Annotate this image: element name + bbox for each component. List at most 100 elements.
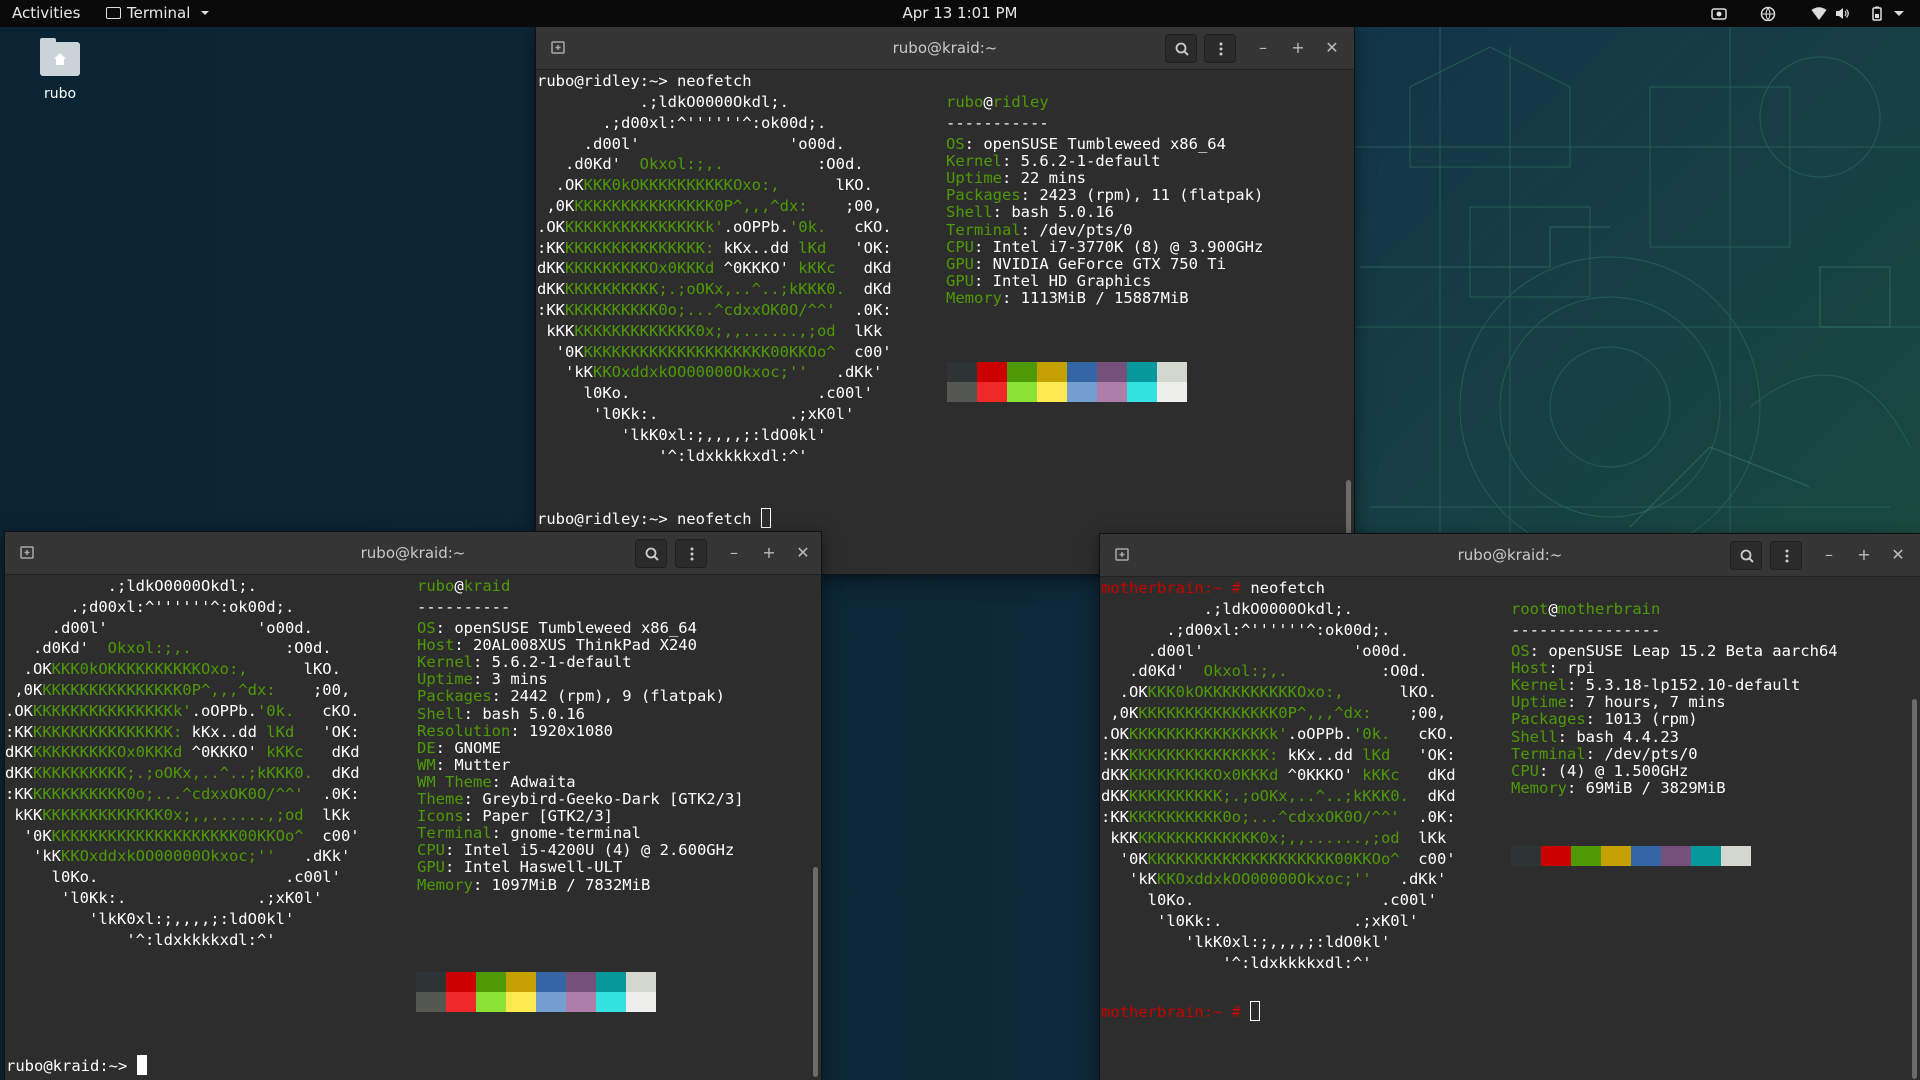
logo-line: .OKKKK0kOKKKKKKKKKKOxo:, lKO. <box>5 660 341 678</box>
logo-segment: cKO. <box>1390 724 1456 743</box>
info-value: : 69MiB / 3829MiB <box>1567 778 1726 797</box>
logo-segment: Okxol:;,. <box>107 639 192 658</box>
minimize-button[interactable]: – <box>724 543 744 563</box>
logo-segment: lKO. <box>779 176 873 195</box>
logo-segment: .d0Kd' <box>537 155 640 174</box>
terminal-window-ridley[interactable]: rubo@kraid:~ – + ✕ rubo@ridley:~> neofet… <box>536 27 1354 574</box>
desktop: Activities Terminal Apr 13 1:01 PM rubo … <box>0 0 1920 1080</box>
logo-line: l0Ko. .c00l' <box>1101 891 1437 909</box>
terminal-content[interactable]: rubo@ridley:~> neofetch .;ldkO0000Okdl;.… <box>536 70 1354 574</box>
volume-icon[interactable] <box>1834 6 1850 21</box>
palette-swatch <box>536 972 566 992</box>
palette-swatch <box>1067 362 1097 382</box>
logo-segment: '0k. <box>256 701 295 720</box>
logo-segment: .;ldkO0000Okdl;. <box>537 93 789 111</box>
window-titlebar[interactable]: rubo@kraid:~ – + ✕ <box>536 27 1354 70</box>
clock[interactable]: Apr 13 1:01 PM <box>0 0 1920 27</box>
prompt-line[interactable]: motherbrain:~ # <box>1101 1001 1261 1023</box>
wifi-icon[interactable] <box>1811 6 1827 21</box>
maximize-button[interactable]: + <box>759 543 779 563</box>
minimize-button[interactable]: – <box>1819 545 1839 565</box>
logo-line: .OKKKK0kOKKKKKKKKKKOxo:, lKO. <box>537 176 873 194</box>
logo-segment: kKK <box>537 321 575 340</box>
logo-segment: '0k. <box>788 217 827 236</box>
network-tray-icon[interactable] <box>1760 6 1776 21</box>
terminal-content[interactable]: .;ldkO0000Okdl;. .;d00xl:^''''''^:ok00d;… <box>5 575 821 1080</box>
logo-segment: KKKKKKKKKKKKKKK: <box>33 722 192 741</box>
logo-line: .d0Kd' Okxol:;,. :O0d. <box>5 639 332 657</box>
logo-segment: KKKKKKKKKOx0KKKd <box>565 259 724 278</box>
logo-segment: :KK <box>1101 807 1129 826</box>
logo-segment: KKKKKKKKKK0o;...^cdxxOK0O/^^' <box>565 300 836 319</box>
logo-segment: lKd <box>1362 745 1391 764</box>
palette-swatch <box>1571 846 1601 866</box>
terminal-window-kraid[interactable]: rubo@kraid:~ – + ✕ .;ldkO0000Okdl;. .;d0… <box>5 532 821 1080</box>
logo-line: '^:ldxkkkkxdl:^' <box>1101 954 1371 972</box>
terminal-content[interactable]: motherbrain:~ # neofetch .;ldkO0000Okdl;… <box>1100 577 1920 1080</box>
window-titlebar[interactable]: rubo@kraid:~ – + ✕ <box>1100 534 1920 577</box>
maximize-button[interactable]: + <box>1288 38 1308 58</box>
logo-segment: .;d00xl:^''''''^:ok00d;. <box>1101 620 1391 639</box>
system-menu-chevron-icon[interactable] <box>1891 6 1907 21</box>
terminal-window-motherbrain[interactable]: rubo@kraid:~ – + ✕ motherbrain:~ # neofe… <box>1100 534 1920 1080</box>
terminal-app-icon <box>106 7 121 19</box>
logo-line: dKKKKKKKKKKKK;.;oOKx,..^..;kKKK0. dKd <box>537 280 892 298</box>
logo-line: .;ldkO0000Okdl;. <box>537 93 789 111</box>
logo-segment: kKKc <box>1362 766 1400 785</box>
top-bar: Activities Terminal Apr 13 1:01 PM <box>0 0 1920 27</box>
palette-swatch <box>416 972 446 992</box>
activities-button[interactable]: Activities <box>12 0 80 27</box>
scrollbar-thumb[interactable] <box>1912 699 1917 1079</box>
close-button[interactable]: ✕ <box>1888 545 1908 565</box>
menu-button[interactable] <box>1770 541 1802 570</box>
logo-line: :KKKKKKKKKKKK0o;...^cdxxOK0O/^^' .0K: <box>1101 808 1456 826</box>
search-button[interactable] <box>1165 34 1197 63</box>
logo-line: 'kKKKOxddxkOO00000Okxoc;'' .dKk' <box>1101 870 1446 888</box>
logo-line: .d0Kd' Okxol:;,. :O0d. <box>537 155 864 173</box>
logo-segment: KKK0kOKKKKKKKKKKOxo:, <box>583 176 780 195</box>
logo-line: .;ldkO0000Okdl;. <box>5 577 257 595</box>
scrollbar[interactable] <box>811 577 819 1078</box>
logo-line: :KKKKKKKKKKKK0o;...^cdxxOK0O/^^' .0K: <box>537 301 892 319</box>
maximize-button[interactable]: + <box>1854 545 1874 565</box>
logo-segment: .oOPPb. <box>191 701 257 720</box>
logo-segment: KKKKKKKKKKKKKKK: <box>1129 745 1288 764</box>
logo-line: .OKKKK0kOKKKKKKKKKKOxo:, lKO. <box>1101 683 1437 701</box>
menu-button[interactable] <box>675 539 707 568</box>
logo-segment: dKK <box>1101 787 1129 806</box>
window-titlebar[interactable]: rubo@kraid:~ – + ✕ <box>5 532 821 575</box>
scrollbar[interactable] <box>1910 579 1918 1079</box>
logo-segment: cKO. <box>294 701 360 720</box>
logo-segment: kKKc <box>798 259 836 278</box>
app-menu-terminal[interactable]: Terminal <box>106 0 210 27</box>
scrollbar-thumb[interactable] <box>813 867 818 1077</box>
palette-swatch <box>476 972 506 992</box>
color-palette <box>416 972 656 1012</box>
logo-line: 'l0Kk:. .;xK0l' <box>1101 912 1418 930</box>
close-button[interactable]: ✕ <box>793 543 813 563</box>
prompt-line[interactable]: rubo@ridley:~> neofetch <box>537 508 771 530</box>
search-button[interactable] <box>635 539 667 568</box>
scrollbar[interactable] <box>1344 72 1352 574</box>
screenshot-icon[interactable] <box>1711 6 1727 21</box>
logo-segment: .OK <box>5 701 33 720</box>
search-button[interactable] <box>1730 541 1762 570</box>
battery-icon[interactable] <box>1869 6 1885 21</box>
minimize-button[interactable]: – <box>1253 38 1273 58</box>
logo-line: '^:ldxkkkkxdl:^' <box>537 447 807 465</box>
info-row: Memory: 69MiB / 3829MiB <box>1511 778 1726 799</box>
palette-swatch <box>1601 846 1631 866</box>
logo-segment: 'kK <box>537 363 593 382</box>
info-user-host: rubo@kraid <box>417 577 511 595</box>
logo-segment: :KK <box>537 300 565 319</box>
logo-segment: .dKk' <box>807 363 883 382</box>
menu-button[interactable] <box>1204 34 1236 63</box>
info-user-host: root@motherbrain <box>1511 600 1661 618</box>
logo-segment: dKd <box>312 764 360 783</box>
palette-swatch <box>1157 382 1187 402</box>
logo-segment: .OK <box>537 176 584 195</box>
desktop-home-folder[interactable]: rubo <box>38 38 82 102</box>
close-button[interactable]: ✕ <box>1322 38 1342 58</box>
palette-swatch <box>1097 362 1127 382</box>
prompt-line[interactable]: rubo@kraid:~> <box>6 1055 147 1077</box>
